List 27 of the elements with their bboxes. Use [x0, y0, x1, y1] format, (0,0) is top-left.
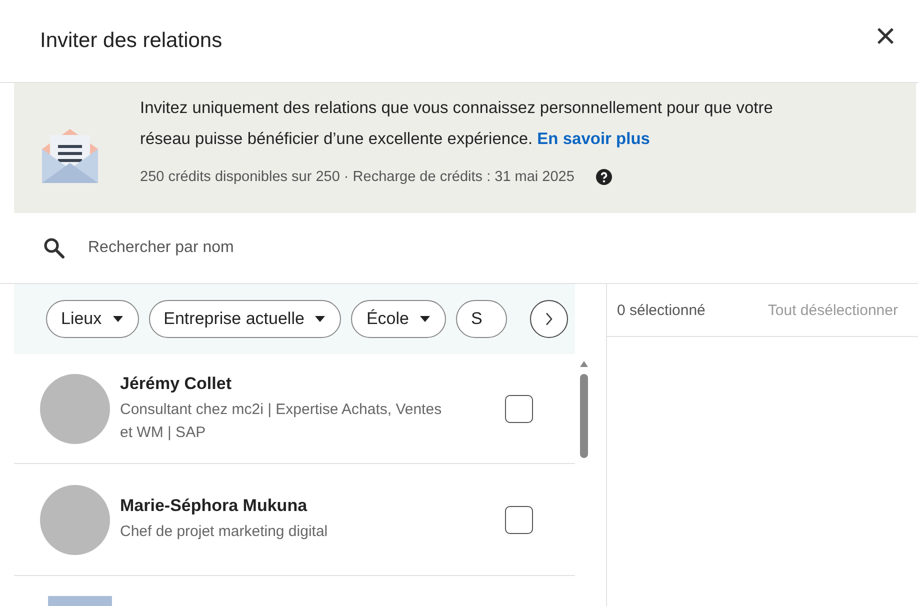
scroll-up-icon[interactable]	[578, 360, 588, 368]
person-headline: Chef de projet marketing digital	[120, 522, 329, 542]
checkbox[interactable]	[505, 506, 533, 534]
close-button[interactable]: ×	[866, 18, 904, 54]
person-headline: Consultant chez mc2i | Expertise Achats, Ventes et WM | SAP	[120, 400, 443, 442]
search-icon	[42, 236, 66, 260]
filter-chip[interactable]: Entreprise actuelle	[148, 300, 342, 338]
help-icon[interactable]	[596, 169, 612, 185]
notice-text: Invitez uniquement des relations que vous connaissez personnellement pour que votre réseau puisse bénéficier d’une excellente expérience. En savoir plus	[140, 98, 774, 150]
filter-chip[interactable]: Lieux	[46, 300, 139, 338]
dialog-title: Inviter des relations	[40, 29, 222, 53]
checkbox[interactable]	[505, 394, 533, 422]
credits-text: 250 crédits disponibles sur 250 · Recharge de crédits : 31 mai 2025	[140, 169, 574, 185]
search-field[interactable]: Rechercher par nom	[86, 238, 490, 258]
photo-placeholder	[48, 596, 112, 606]
scrollbar-thumb[interactable]	[580, 374, 588, 458]
caret-icon	[112, 315, 124, 323]
next-button[interactable]	[530, 300, 568, 338]
caret-icon	[314, 315, 326, 323]
caret-icon	[418, 315, 431, 323]
filter-chip[interactable]: S	[456, 300, 508, 338]
selected-count: 0 sélectionné	[617, 302, 706, 318]
chevron-right-icon	[544, 312, 554, 326]
person-name: Marie-Séphora Mukuna	[120, 496, 308, 516]
learn-more-link[interactable]: En savoir plus	[537, 130, 650, 148]
person-name: Jérémy Collet	[120, 374, 232, 394]
filter-chip[interactable]: École	[351, 300, 446, 338]
